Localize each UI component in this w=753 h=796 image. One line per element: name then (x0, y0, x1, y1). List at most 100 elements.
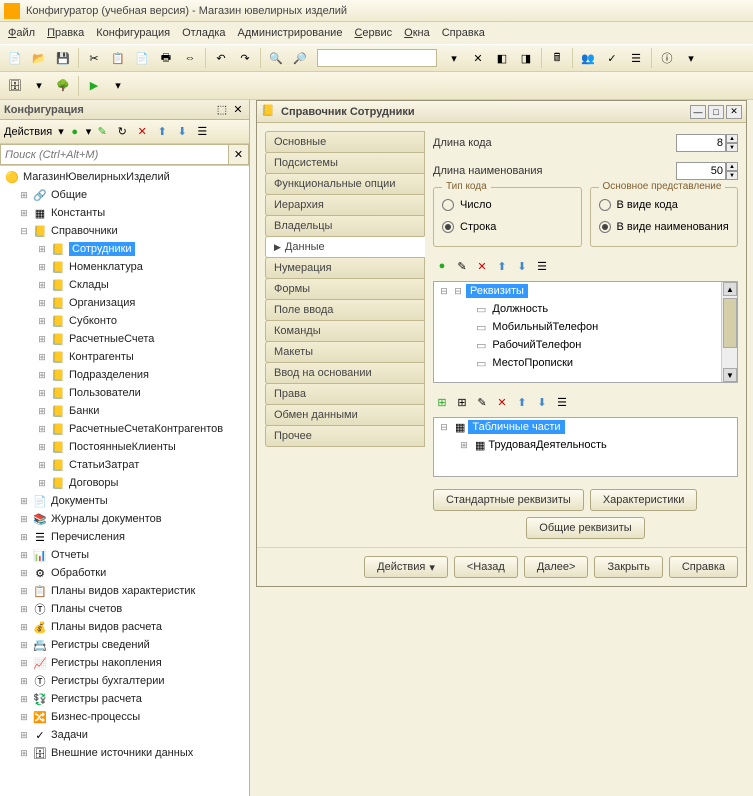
tree-item[interactable]: ⊞▦Константы (0, 204, 249, 222)
attr-props-icon[interactable]: ☰ (533, 257, 551, 275)
dlg-tab[interactable]: Подсистемы (265, 152, 425, 174)
expand-icon[interactable]: ⊞ (18, 657, 30, 669)
std-attrs-button[interactable]: Стандартные реквизиты (433, 489, 584, 511)
tab-up-icon[interactable]: ⬆ (513, 393, 531, 411)
expand-icon[interactable]: ⊞ (36, 477, 48, 489)
code-len-spinner[interactable]: ▲▼ (726, 134, 738, 152)
tree-child[interactable]: ⊞📒Склады (0, 276, 249, 294)
search-clear-icon[interactable]: ✕ (229, 144, 249, 165)
maximize-icon[interactable]: □ (708, 105, 724, 119)
expand-icon[interactable]: ⊞ (36, 315, 48, 327)
play-icon[interactable]: ▶ (83, 75, 105, 97)
expand-icon[interactable]: ⊞ (36, 333, 48, 345)
compare-icon[interactable]: ⇔ (179, 47, 201, 69)
expand-icon[interactable]: ⊞ (36, 261, 48, 273)
next-button[interactable]: Далее> (524, 556, 589, 578)
tab-del-icon[interactable]: ✕ (493, 393, 511, 411)
expand-icon[interactable]: ⊞ (18, 711, 30, 723)
attr-item[interactable]: ▭МестоПрописки (434, 354, 737, 372)
radio-as-code[interactable]: В виде кода (599, 194, 730, 216)
menu-service[interactable]: Сервис (354, 27, 392, 39)
minimize-icon[interactable]: — (690, 105, 706, 119)
expand-icon[interactable]: ⊞ (36, 405, 48, 417)
expand-icon[interactable]: ⊞ (18, 207, 30, 219)
tree-icon[interactable]: 🌳 (52, 75, 74, 97)
dlg-tab[interactable]: Формы (265, 278, 425, 300)
tree-item[interactable]: ⊞ⓉПланы счетов (0, 600, 249, 618)
tree-child[interactable]: ⊞📒РасчетныеСчетаКонтрагентов (0, 420, 249, 438)
tree-child[interactable]: ⊞📒СтатьиЗатрат (0, 456, 249, 474)
menu-file[interactable]: Файл (8, 27, 35, 39)
dlg-tab[interactable]: Прочее (265, 425, 425, 447)
panel-pin-icon[interactable]: ⬚ (215, 103, 229, 117)
common-attrs-button[interactable]: Общие реквизиты (526, 517, 644, 539)
tree-child[interactable]: ⊞📒Пользователи (0, 384, 249, 402)
attr-item[interactable]: ▭МобильныйТелефон (434, 318, 737, 336)
scroll-up-icon[interactable]: ▲ (723, 282, 737, 296)
tree-child[interactable]: ⊞📒Договоры (0, 474, 249, 492)
expand-icon[interactable]: ⊞ (18, 747, 30, 759)
tree-item[interactable]: ⊞🔀Бизнес-процессы (0, 708, 249, 726)
users-icon[interactable]: 👥 (577, 47, 599, 69)
dlg-tab[interactable]: Функциональные опции (265, 173, 425, 195)
tabular-tree[interactable]: ⊟▦ Табличные части ⊞▦ ТрудоваяДеятельнос… (433, 417, 738, 477)
tab-props-icon[interactable]: ☰ (553, 393, 571, 411)
dlg-tab[interactable]: Поле ввода (265, 299, 425, 321)
expand-icon[interactable]: ⊞ (18, 549, 30, 561)
close-icon[interactable]: ✕ (726, 105, 742, 119)
expand-icon[interactable]: ⊞ (36, 423, 48, 435)
dlg-tab[interactable]: ▶Данные (265, 236, 425, 258)
tabular-root[interactable]: ⊟▦ Табличные части (434, 418, 737, 436)
tree-child[interactable]: ⊞📒РасчетныеСчета (0, 330, 249, 348)
attr-del-icon[interactable]: ✕ (473, 257, 491, 275)
new-icon[interactable]: 📄 (4, 47, 26, 69)
actions-drop-icon[interactable]: ▾ (58, 125, 64, 138)
dlg-tab[interactable]: Иерархия (265, 194, 425, 216)
radio-as-name[interactable]: В виде наименования (599, 216, 730, 238)
menu-edit[interactable]: Правка (47, 27, 84, 39)
expand-icon[interactable]: ⊞ (18, 567, 30, 579)
panel-close-icon[interactable]: ✕ (231, 103, 245, 117)
characteristics-button[interactable]: Характеристики (590, 489, 698, 511)
tree-item[interactable]: ⊞ⓉРегистры бухгалтерии (0, 672, 249, 690)
menu-config[interactable]: Конфигурация (96, 27, 170, 39)
nav1-icon[interactable]: ◧ (491, 47, 513, 69)
name-len-spinner[interactable]: ▲▼ (726, 162, 738, 180)
attr-edit-icon[interactable]: ✎ (453, 257, 471, 275)
dlg-tab[interactable]: Обмен данными (265, 404, 425, 426)
tree-child[interactable]: ⊞📒Субконто (0, 312, 249, 330)
back-button[interactable]: <Назад (454, 556, 518, 578)
tree-child[interactable]: ⊞📒Номенклатура (0, 258, 249, 276)
tree-item[interactable]: ⊞📊Отчеты (0, 546, 249, 564)
expand-icon[interactable]: ⊞ (18, 531, 30, 543)
search-combo[interactable] (317, 49, 437, 67)
tree-item[interactable]: ⊞📚Журналы документов (0, 510, 249, 528)
list-icon[interactable]: ☰ (625, 47, 647, 69)
expand-icon[interactable]: ⊞ (18, 585, 30, 597)
save-icon[interactable]: 💾 (52, 47, 74, 69)
tab-down-icon[interactable]: ⬇ (533, 393, 551, 411)
tab-addrow-icon[interactable]: ⊞ (453, 393, 471, 411)
search-input[interactable] (0, 144, 229, 165)
tree-child[interactable]: ⊞📒Банки (0, 402, 249, 420)
dlg-tab[interactable]: Команды (265, 320, 425, 342)
tree-child[interactable]: ⊞📒Подразделения (0, 366, 249, 384)
up-icon[interactable]: ⬆ (153, 123, 171, 141)
dlg-tab[interactable]: Ввод на основании (265, 362, 425, 384)
tree-child[interactable]: ⊞📒Контрагенты (0, 348, 249, 366)
attr-item[interactable]: ▭Должность (434, 300, 737, 318)
menu-help[interactable]: Справка (442, 27, 485, 39)
add-drop-icon[interactable]: ▾ (86, 125, 92, 138)
attr-item[interactable]: ▭РабочийТелефон (434, 336, 737, 354)
help-drop-icon[interactable]: ▾ (680, 47, 702, 69)
cut-icon[interactable]: ✂ (83, 47, 105, 69)
dropdown-icon[interactable]: ▾ (443, 47, 465, 69)
expand-icon[interactable]: ⊞ (36, 279, 48, 291)
calc-icon[interactable]: 🖩 (546, 47, 568, 69)
dlg-tab[interactable]: Владельцы (265, 215, 425, 237)
play-drop-icon[interactable]: ▾ (107, 75, 129, 97)
tree-item[interactable]: ⊞🗄Внешние источники данных (0, 744, 249, 762)
attr-down-icon[interactable]: ⬇ (513, 257, 531, 275)
expand-icon[interactable]: ⊞ (18, 675, 30, 687)
tree-item[interactable]: ⊟📒Справочники (0, 222, 249, 240)
